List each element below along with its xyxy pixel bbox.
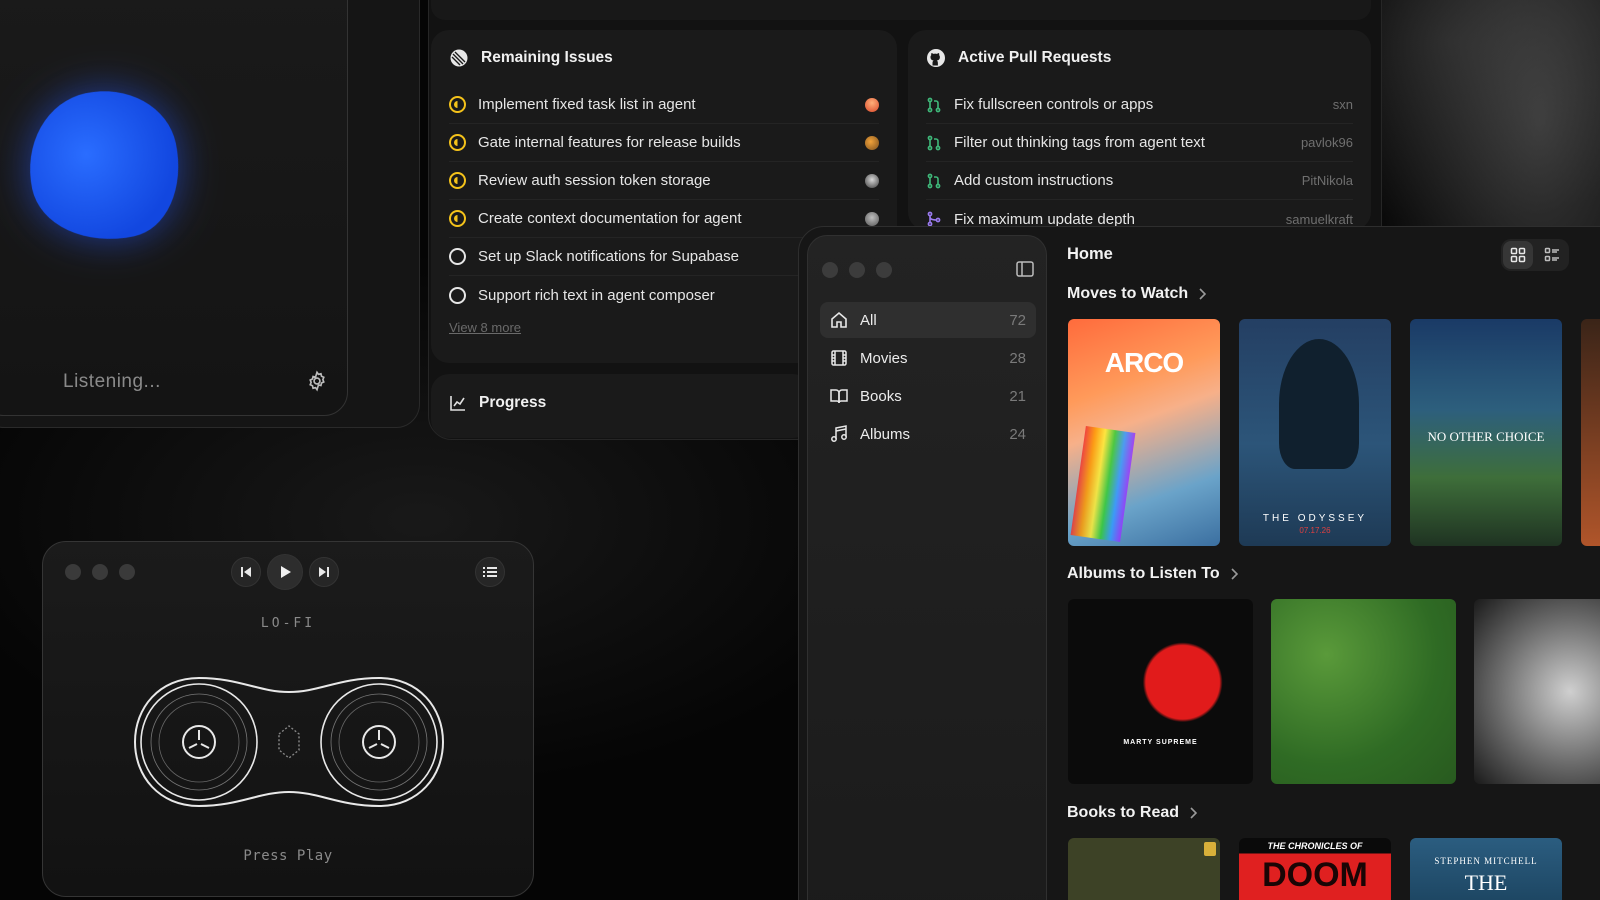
grid-view-button[interactable] — [1503, 241, 1533, 269]
library-window: All 72 Movies 28 Books 21 Albums 24 Home — [798, 226, 1600, 900]
section-movies-title[interactable]: Moves to Watch — [1067, 285, 1207, 303]
home-icon — [831, 311, 847, 328]
pr-row[interactable]: Add custom instructions PitNikola — [926, 162, 1353, 200]
avatar — [865, 97, 879, 112]
pr-row[interactable]: Filter out thinking tags from agent text… — [926, 124, 1353, 162]
in-progress-icon — [449, 134, 466, 151]
window-close-button[interactable] — [822, 262, 838, 278]
skip-back-icon — [241, 567, 251, 577]
playlist-button[interactable] — [475, 557, 505, 587]
linear-logo-icon — [450, 49, 468, 67]
voice-orb — [15, 77, 193, 255]
sidebar-toggle-icon[interactable] — [1016, 261, 1034, 277]
book-icon — [830, 389, 848, 404]
list-view-button[interactable] — [1537, 241, 1567, 269]
view-toggle — [1501, 239, 1569, 271]
rainbow-decoration — [1070, 426, 1136, 542]
chevron-right-icon — [1199, 288, 1207, 300]
book-cover-stephen-mitchell[interactable]: STEPHEN MITCHELL THE — [1410, 838, 1562, 900]
avatar — [865, 173, 879, 188]
progress-title: Progress — [479, 394, 547, 411]
window-zoom-button[interactable] — [119, 564, 135, 580]
gear-icon[interactable] — [306, 370, 328, 392]
progress-card: Progress — [431, 374, 811, 438]
page-title: Home — [1067, 245, 1113, 263]
window-close-button[interactable] — [65, 564, 81, 580]
github-icon — [927, 49, 945, 67]
in-progress-icon — [449, 96, 466, 113]
listening-card: Listening... — [0, 0, 348, 416]
chevron-right-icon — [1190, 807, 1198, 819]
list-icon — [483, 567, 497, 577]
merged-icon — [927, 211, 941, 227]
pull-requests-title: Active Pull Requests — [958, 49, 1112, 66]
avatar — [865, 211, 879, 226]
movie-poster-odyssey[interactable]: THE ODYSSEY 07.17.26 — [1239, 319, 1391, 546]
album-cover-portrait[interactable] — [1474, 599, 1600, 784]
pull-request-icon — [927, 97, 941, 112]
chevron-right-icon — [1231, 568, 1238, 580]
todo-icon — [449, 286, 466, 304]
station-label: LO-FI — [260, 616, 316, 631]
library-sidebar: All 72 Movies 28 Books 21 Albums 24 — [807, 235, 1047, 900]
section-albums-title[interactable]: Albums to Listen To — [1067, 565, 1238, 583]
sidebar-item-all[interactable]: All 72 — [820, 302, 1036, 338]
grid-icon — [1510, 247, 1526, 263]
library-main: Home Moves to Watch ARCO THE ODYSSEY 07.… — [1051, 227, 1600, 900]
cassette-reels-icon — [133, 676, 445, 808]
film-icon — [831, 350, 847, 366]
listening-status: Listening... — [63, 371, 161, 392]
album-cover-field[interactable] — [1271, 599, 1456, 784]
issue-row[interactable]: Review auth session token storage — [449, 162, 879, 200]
view-more-link[interactable]: View 8 more — [449, 320, 521, 335]
section-books-title[interactable]: Books to Read — [1067, 804, 1198, 822]
pr-row[interactable]: Fix fullscreen controls or apps sxn — [926, 86, 1353, 124]
next-button[interactable] — [309, 557, 339, 587]
movie-poster-arco[interactable]: ARCO — [1068, 319, 1220, 546]
active-pull-requests-card: Active Pull Requests Fix fullscreen cont… — [908, 30, 1371, 230]
pull-request-icon — [927, 173, 941, 188]
window-minimize-button[interactable] — [849, 262, 865, 278]
issue-row[interactable]: Implement fixed task list in agent — [449, 86, 879, 124]
album-cover-marty-supreme[interactable]: MARTY SUPREME — [1068, 599, 1253, 784]
skip-forward-icon — [319, 567, 329, 577]
issue-row[interactable]: Gate internal features for release build… — [449, 124, 879, 162]
helmet-figure — [1279, 339, 1359, 469]
movie-poster-partial[interactable] — [1581, 319, 1600, 546]
issues-title: Remaining Issues — [481, 49, 613, 66]
in-progress-icon — [449, 172, 466, 189]
press-play-text: Press Play — [243, 848, 333, 864]
pull-request-icon — [927, 135, 941, 150]
in-progress-icon — [449, 210, 466, 227]
todo-icon — [449, 248, 466, 265]
chart-line-icon — [450, 396, 465, 411]
previous-button[interactable] — [231, 557, 261, 587]
list-icon — [1544, 247, 1559, 262]
book-cover-doom[interactable]: THE CHRONICLES OF DOOM — [1239, 838, 1391, 900]
bookmark-badge — [1204, 842, 1216, 856]
book-cover-olive[interactable] — [1068, 838, 1220, 900]
play-icon — [281, 566, 291, 578]
play-button[interactable] — [267, 554, 303, 590]
movie-poster-no-other-choice[interactable]: NO OTHER CHOICE — [1410, 319, 1562, 546]
music-note-icon — [831, 425, 847, 442]
avatar — [865, 135, 879, 150]
window-minimize-button[interactable] — [92, 564, 108, 580]
sidebar-item-albums[interactable]: Albums 24 — [820, 416, 1036, 452]
sidebar-item-movies[interactable]: Movies 28 — [820, 340, 1036, 376]
dashboard-top-card — [431, 0, 1371, 20]
window-zoom-button[interactable] — [876, 262, 892, 278]
music-player: LO-FI Press Play — [42, 541, 534, 897]
sidebar-item-books[interactable]: Books 21 — [820, 378, 1036, 414]
